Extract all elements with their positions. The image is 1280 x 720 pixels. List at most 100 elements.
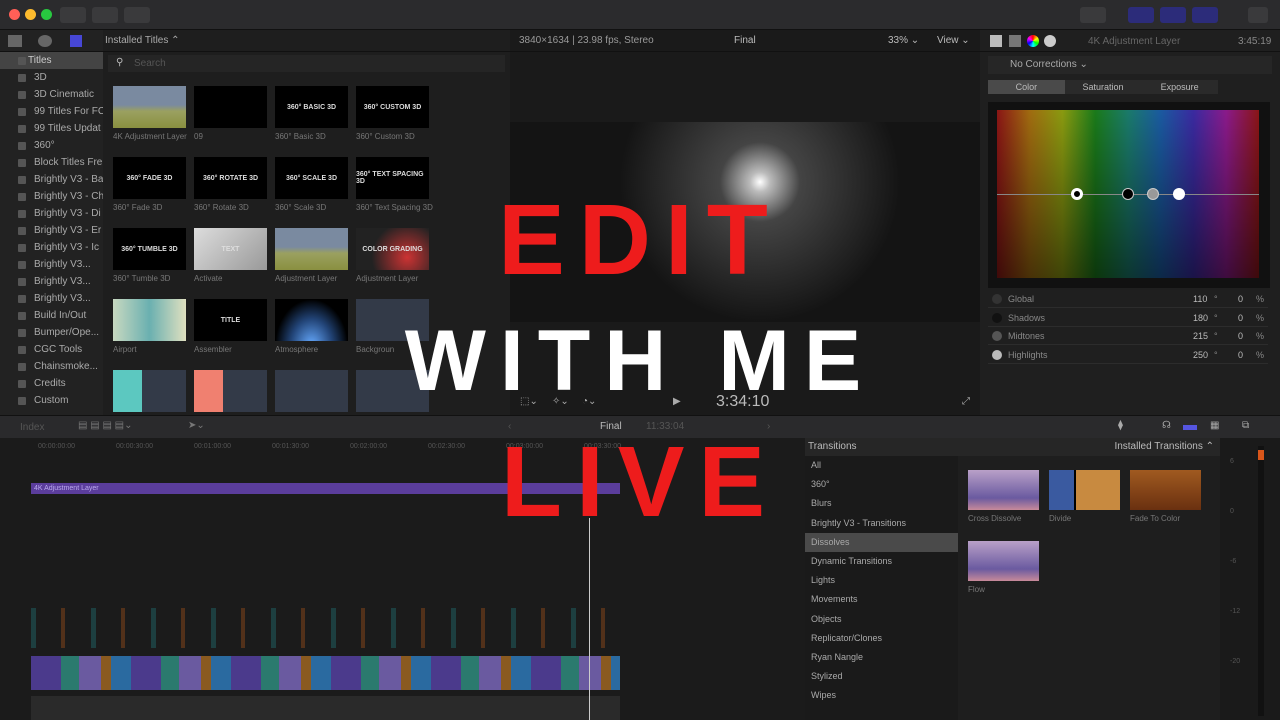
- transition-category[interactable]: Movements: [805, 590, 958, 609]
- primary-storyline[interactable]: [31, 656, 620, 690]
- libraries-icon[interactable]: [8, 35, 22, 47]
- angle-value[interactable]: 215: [1193, 331, 1208, 341]
- sidebar-item[interactable]: Brightly V3 - Ch: [0, 188, 103, 205]
- percent-value[interactable]: 0: [1238, 350, 1243, 360]
- playhead[interactable]: [589, 518, 590, 720]
- close-button[interactable]: [9, 9, 20, 20]
- snapping-toggle[interactable]: [1183, 425, 1197, 430]
- title-thumbnail[interactable]: 360° ROTATE 3D: [194, 157, 267, 199]
- import-button[interactable]: [60, 7, 86, 23]
- shadows-puck[interactable]: [1122, 188, 1134, 200]
- highlights-puck[interactable]: [1173, 188, 1185, 200]
- title-thumbnail[interactable]: 360° TUMBLE 3D: [113, 228, 186, 270]
- sidebar-item[interactable]: 99 Titles For FC: [0, 103, 103, 120]
- title-inspector-icon[interactable]: [990, 35, 1002, 47]
- sidebar-item[interactable]: Block Titles Fre: [0, 154, 103, 171]
- background-tasks-button[interactable]: [124, 7, 150, 23]
- corrections-dropdown[interactable]: No Corrections ⌄: [988, 56, 1272, 74]
- title-thumbnail[interactable]: 360° TEXT SPACING 3D: [356, 157, 429, 199]
- view-dropdown[interactable]: View ⌄: [937, 30, 970, 52]
- connected-clips[interactable]: [31, 608, 620, 648]
- sidebar-item[interactable]: Brightly V3 - Ic: [0, 239, 103, 256]
- transition-category[interactable]: Ryan Nangle: [805, 648, 958, 667]
- title-thumbnail[interactable]: [275, 299, 348, 341]
- sidebar-item[interactable]: 3D: [0, 69, 103, 86]
- title-thumbnail[interactable]: COLOR GRADING: [356, 228, 429, 270]
- transition-thumbnail[interactable]: [1049, 470, 1120, 510]
- inspector-tab-exposure[interactable]: Exposure: [1141, 80, 1218, 94]
- percent-value[interactable]: 0: [1238, 313, 1243, 323]
- sidebar-item[interactable]: Custom: [0, 392, 103, 409]
- show-timeline-button[interactable]: [1160, 7, 1186, 23]
- title-thumbnail[interactable]: [275, 228, 348, 270]
- index-button[interactable]: Index: [20, 422, 44, 433]
- installed-titles-dropdown[interactable]: Installed Titles ⌃: [103, 30, 510, 52]
- title-thumbnail[interactable]: 360° SCALE 3D: [275, 157, 348, 199]
- sidebar-item[interactable]: Brightly V3 - Di: [0, 205, 103, 222]
- transition-category[interactable]: Dynamic Transitions: [805, 552, 958, 571]
- midtones-puck[interactable]: [1147, 188, 1159, 200]
- transition-thumbnail[interactable]: [968, 470, 1039, 510]
- color-row-midtones[interactable]: Midtones 215 ° 0%: [988, 327, 1268, 345]
- title-thumbnail[interactable]: 360° CUSTOM 3D: [356, 86, 429, 128]
- clip-appearance-icon[interactable]: ▦: [1210, 420, 1219, 431]
- color-row-global[interactable]: Global 110 ° 0%: [988, 290, 1268, 308]
- color-board[interactable]: [997, 110, 1259, 278]
- title-thumbnail[interactable]: [194, 370, 267, 412]
- sidebar-item[interactable]: Bumper/Ope...: [0, 324, 103, 341]
- fullscreen-icon[interactable]: ⤢: [962, 396, 970, 407]
- sidebar-item[interactable]: Chainsmoke...: [0, 358, 103, 375]
- zoom-dropdown[interactable]: 33% ⌄: [888, 30, 919, 52]
- angle-value[interactable]: 250: [1193, 350, 1208, 360]
- title-thumbnail[interactable]: TITLE: [194, 299, 267, 341]
- inspector-tab-color[interactable]: Color: [988, 80, 1065, 94]
- search-input[interactable]: ⚲ Search: [108, 55, 505, 72]
- title-thumbnail[interactable]: [194, 86, 267, 128]
- photos-audio-icon[interactable]: [38, 35, 52, 47]
- title-thumbnail[interactable]: [113, 86, 186, 128]
- color-row-highlights[interactable]: Highlights 250 ° 0%: [988, 346, 1268, 364]
- share-button[interactable]: [1248, 7, 1268, 23]
- video-inspector-icon[interactable]: [1009, 35, 1021, 47]
- angle-value[interactable]: 180: [1193, 313, 1208, 323]
- sidebar-item[interactable]: 99 Titles Updat: [0, 120, 103, 137]
- transition-category[interactable]: Objects: [805, 610, 958, 629]
- zoom-button[interactable]: [41, 9, 52, 20]
- audio-track[interactable]: [31, 696, 620, 720]
- keywords-button[interactable]: [92, 7, 118, 23]
- show-inspector-button[interactable]: [1192, 7, 1218, 23]
- transition-thumbnail[interactable]: [968, 541, 1039, 581]
- sidebar-item[interactable]: Brightly V3 - Er: [0, 222, 103, 239]
- global-puck[interactable]: [1071, 188, 1083, 200]
- info-icon[interactable]: [1044, 35, 1056, 47]
- transition-category[interactable]: Lights: [805, 571, 958, 590]
- transition-category[interactable]: Stylized: [805, 667, 958, 686]
- title-thumbnail[interactable]: 360° BASIC 3D: [275, 86, 348, 128]
- sidebar-item[interactable]: Build In/Out: [0, 307, 103, 324]
- titles-generators-icon[interactable]: [70, 35, 82, 47]
- installed-transitions-dropdown[interactable]: Installed Transitions ⌃: [958, 438, 1220, 456]
- title-thumbnail[interactable]: [275, 370, 348, 412]
- title-thumbnail[interactable]: [113, 299, 186, 341]
- transition-category[interactable]: Replicator/Clones: [805, 629, 958, 648]
- sidebar-item[interactable]: 3D Cinematic: [0, 86, 103, 103]
- percent-value[interactable]: 0: [1238, 331, 1243, 341]
- inspector-tab-saturation[interactable]: Saturation: [1065, 80, 1142, 94]
- effects-browser-icon[interactable]: ⧉: [1242, 420, 1249, 431]
- transition-category[interactable]: Wipes: [805, 686, 958, 705]
- sidebar-item[interactable]: CGC Tools: [0, 341, 103, 358]
- color-inspector-icon[interactable]: [1027, 35, 1039, 47]
- audio-skimming-icon[interactable]: ⧫: [1118, 420, 1123, 431]
- sidebar-item[interactable]: Brightly V3 - Ba: [0, 171, 103, 188]
- transition-thumbnail[interactable]: [1130, 470, 1201, 510]
- sidebar-item[interactable]: 360°: [0, 137, 103, 154]
- show-browser-button[interactable]: [1128, 7, 1154, 23]
- select-tool-icon[interactable]: ➤⌄: [188, 420, 205, 431]
- sidebar-item[interactable]: Credits: [0, 375, 103, 392]
- title-thumbnail[interactable]: [113, 370, 186, 412]
- clip-append-icons[interactable]: ▤ ▤ ▤ ▤⌄: [78, 420, 133, 431]
- angle-value[interactable]: 110: [1193, 294, 1207, 304]
- title-thumbnail[interactable]: 360° FADE 3D: [113, 157, 186, 199]
- transition-category[interactable]: Dissolves: [805, 532, 958, 552]
- title-thumbnail[interactable]: TEXT: [194, 228, 267, 270]
